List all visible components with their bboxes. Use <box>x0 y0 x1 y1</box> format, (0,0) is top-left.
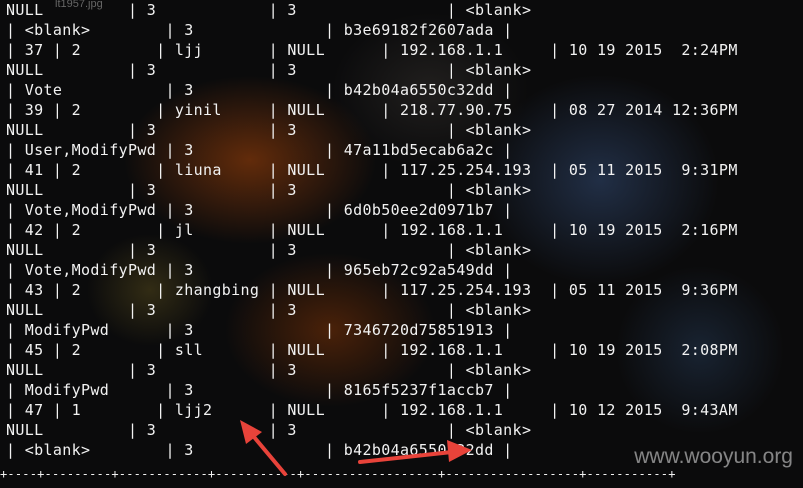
arrow-to-hash-icon <box>358 440 472 464</box>
annotation-arrows <box>240 420 472 476</box>
arrow-to-username-icon <box>240 420 287 476</box>
